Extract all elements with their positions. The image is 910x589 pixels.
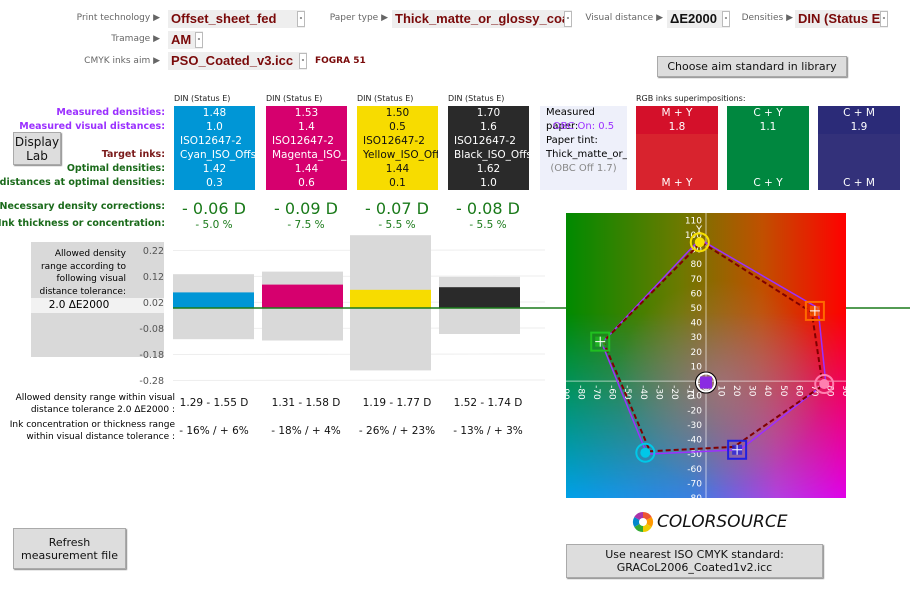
lab-y-tick-label: 10 [691,362,703,372]
lab-x-tick-label: 20 [731,385,741,397]
lab-y-tick-label: 30 [691,333,703,343]
nearest-line2: GRACoL2006_Coated1v2.icc [616,561,773,574]
lab-x-tick-label: -10 [684,385,694,400]
lab-y-tick-label: 80 [691,260,703,270]
refresh-label: Refresh measurement file [21,535,118,562]
lab-x-tick-label: -20 [669,385,679,400]
lab-y-tick-label: -70 [687,479,702,489]
lab-y-tick-label: -20 [687,406,702,416]
lab-x-tick-label: 50 [778,385,788,397]
lab-point-cyan [640,447,651,458]
use-nearest-standard-button[interactable]: Use nearest ISO CMYK standard: GRACoL200… [566,544,823,578]
lab-x-tick-label: 10 [716,385,726,397]
lab-x-tick-label: 40 [762,385,772,397]
lab-x-tick-label: -40 [638,385,648,400]
lab-x-tick-label: -80 [576,385,586,400]
ink-range-label: Ink concentration or thickness range wit… [9,420,175,442]
lab-point-paper [700,376,712,389]
lab-y-tick-label: -80 [687,494,702,504]
colorsource-logo-icon [632,511,654,533]
lab-y-tick-label: 60 [691,289,703,299]
lab-x-tick-label: 30 [747,385,757,397]
lab-y-tick-label: 70 [691,275,703,285]
lab-chart: 1101009080706050403020100-10-20-30-40-50… [560,213,850,504]
target-gamut-polygon [602,240,824,453]
lab-x-tick-label: 90 [840,385,850,397]
lab-point-magenta [819,379,830,389]
lab-x-tick-label: 60 [793,385,803,397]
colorsource-logo-text: COLORSOURCE [657,512,788,532]
lab-y-tick-label: 40 [691,319,703,329]
refresh-measurement-button[interactable]: Refresh measurement file [13,528,126,569]
nearest-line1: Use nearest ISO CMYK standard: [605,548,784,561]
lab-y-tick-label: 20 [691,348,703,358]
lab-x-tick-label: -60 [607,385,617,400]
allowed-range-label: Allowed density range within visual dist… [15,393,175,415]
lab-y-tick-label: 50 [691,304,703,314]
lab-y-tick-label: -30 [687,421,702,431]
lab-y-tick-label: -40 [687,436,702,446]
lab-point-yellow [694,237,705,248]
lab-x-tick-label: -90 [560,385,570,400]
lab-x-tick-label: -30 [653,385,663,400]
lab-y-tick-label: -60 [687,465,702,475]
colorsource-logo: COLORSOURCE [632,511,787,533]
lab-x-tick-label: -70 [591,385,601,400]
measured-gamut-polygon [600,238,827,455]
